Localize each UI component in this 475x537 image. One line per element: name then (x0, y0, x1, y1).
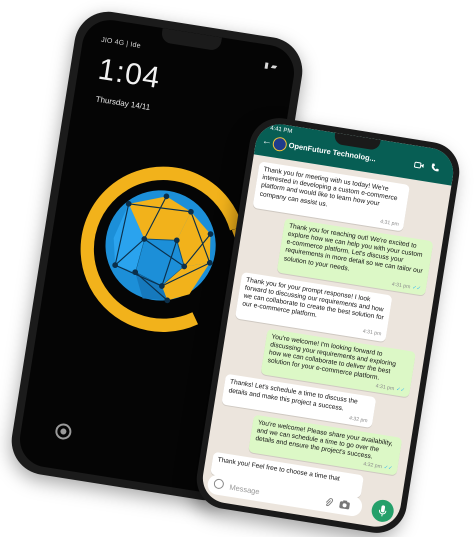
lock-date: Thursday 14/11 (95, 95, 151, 112)
message-time: 4:31 pm (375, 383, 394, 392)
message-text: You're welcome! Please share your availa… (255, 419, 393, 461)
lock-time: 1:04 (96, 53, 163, 96)
message-time: 4:32 pm (348, 414, 368, 425)
message-list: Thank you for meeting with us today! We'… (210, 161, 444, 508)
signal-icons: ▮ ▰ (264, 61, 278, 72)
phone-call-icon[interactable] (429, 162, 440, 173)
message-time: 4:31 pm (391, 281, 410, 290)
attach-icon[interactable] (324, 497, 334, 508)
read-receipt-icon: ✓✓ (396, 387, 406, 394)
mic-icon (378, 504, 388, 517)
message-time: 4:31 pm (380, 218, 400, 229)
camera-notch (161, 28, 222, 51)
message-time: 4:32 pm (363, 462, 382, 471)
fingerprint-icon[interactable] (54, 422, 72, 440)
emoji-icon[interactable] (213, 478, 224, 489)
message-time: 4:31 pm (362, 328, 382, 339)
camera-icon[interactable] (338, 499, 350, 511)
message-text: Thank you for reaching out! We're excite… (283, 223, 423, 276)
back-arrow-icon[interactable]: ← (261, 135, 273, 147)
lock-status-bar: JIO 4G | Ide (101, 37, 142, 50)
read-receipt-icon: ✓✓ (383, 465, 393, 472)
message-placeholder: Message (229, 483, 260, 497)
read-receipt-icon: ✓✓ (412, 284, 422, 291)
video-call-icon[interactable] (413, 160, 424, 171)
